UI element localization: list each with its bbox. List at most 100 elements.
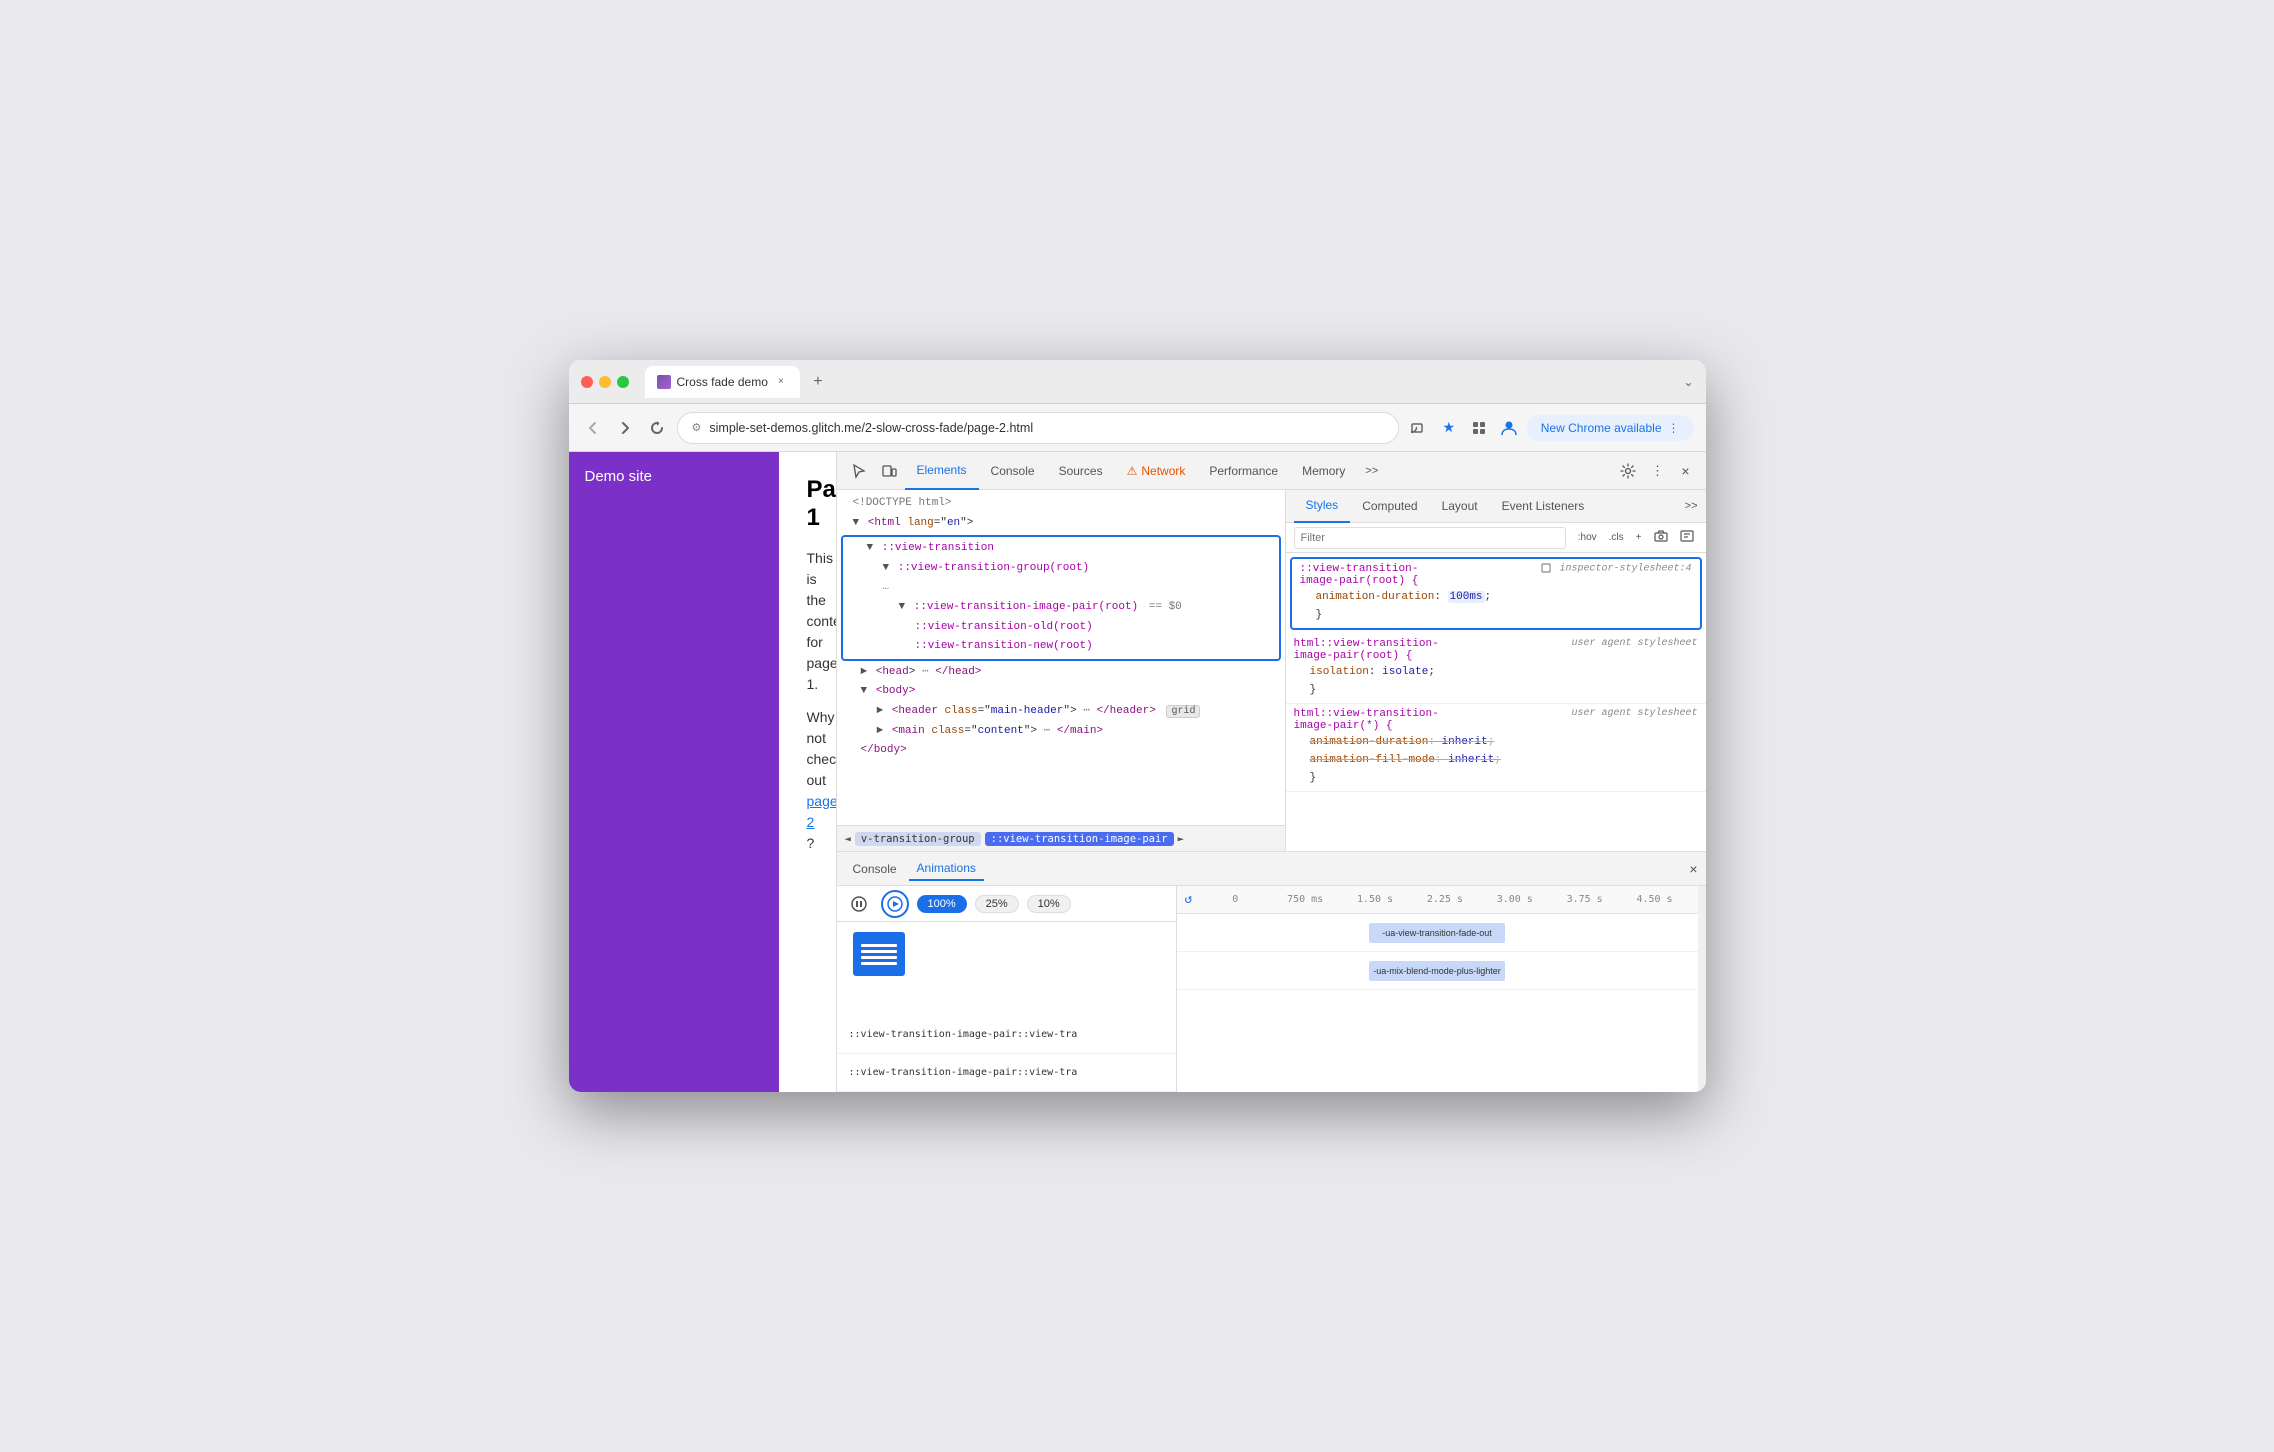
address-bar: ⚙ simple-set-demos.glitch.me/2-slow-cros… <box>569 404 1706 452</box>
styles-panel: Styles Computed Layout Event Listeners >… <box>1286 490 1706 851</box>
view-transition-group-line[interactable]: ▼ ::view-transition-group(root) <box>843 559 1279 579</box>
active-tab[interactable]: Cross fade demo × <box>645 366 800 398</box>
devtools-settings-icon[interactable] <box>1614 457 1642 485</box>
filter-icon2[interactable] <box>1676 528 1698 547</box>
filter-hov-button[interactable]: :hov <box>1574 530 1601 545</box>
header-line[interactable]: ► <header class="main-header"> ⋯ </heade… <box>837 702 1285 722</box>
anim-speed-100[interactable]: 100% <box>917 895 967 913</box>
breadcrumb-forward[interactable]: ► <box>1178 833 1184 845</box>
view-transition-new-line[interactable]: ::view-transition-new(root) <box>843 637 1279 657</box>
dots-line: … <box>843 578 1279 598</box>
new-chrome-button[interactable]: New Chrome available ⋮ <box>1527 415 1694 441</box>
tab-console[interactable]: Console <box>979 452 1047 490</box>
anim-group-icon[interactable] <box>853 932 905 976</box>
filter-screenshot-icon[interactable] <box>1650 528 1672 547</box>
minimize-button[interactable] <box>599 376 611 388</box>
bottom-tab-animations[interactable]: Animations <box>909 857 984 881</box>
ruler-refresh-icon[interactable]: ↺ <box>1185 892 1193 907</box>
head-line[interactable]: ► <head> ⋯ </head> <box>837 663 1285 683</box>
address-input[interactable]: ⚙ simple-set-demos.glitch.me/2-slow-cros… <box>677 412 1399 444</box>
anim-play-button[interactable] <box>881 890 909 918</box>
tab-network[interactable]: ⚠ Network <box>1115 452 1198 490</box>
breadcrumb-bar: ◄ v-transition-group ::view-transition-i… <box>837 825 1285 851</box>
close-button[interactable] <box>581 376 593 388</box>
tab-performance[interactable]: Performance <box>1197 452 1290 490</box>
devtools-close-button[interactable]: × <box>1674 459 1698 483</box>
maximize-button[interactable] <box>617 376 629 388</box>
rule-close-brace2: } <box>1294 682 1698 700</box>
anim-speed-10[interactable]: 10% <box>1027 895 1071 913</box>
view-transition-old-line[interactable]: ::view-transition-old(root) <box>843 618 1279 638</box>
styles-tab-more[interactable]: >> <box>1685 500 1698 512</box>
forward-button[interactable] <box>613 416 637 440</box>
rule-selector-ua2: user agent stylesheet html::view-transit… <box>1294 708 1698 732</box>
style-rule-ua1: user agent stylesheet html::view-transit… <box>1286 634 1706 704</box>
tab-event-listeners[interactable]: Event Listeners <box>1490 490 1597 523</box>
timeline-label-1: ::view-transition-image-pair::view-tra <box>837 1016 1176 1054</box>
tab-more[interactable]: >> <box>1357 459 1386 483</box>
address-actions: ★ New Chrome available ⋮ <box>1407 415 1694 441</box>
devtools-device-icon[interactable] <box>875 457 903 485</box>
animations-body: 100% 25% 10% <box>837 886 1706 1092</box>
tab-memory[interactable]: Memory <box>1290 452 1357 490</box>
tab-styles[interactable]: Styles <box>1294 490 1351 523</box>
elements-panel: <!DOCTYPE html> ▼ <html lang="en"> ▼ ::v… <box>837 490 1286 851</box>
anim-group-line1 <box>861 944 897 947</box>
tab-layout[interactable]: Layout <box>1430 490 1490 523</box>
filter-actions: :hov .cls + <box>1574 528 1698 547</box>
breadcrumb-image-pair[interactable]: ::view-transition-image-pair <box>985 832 1174 846</box>
profile-icon[interactable] <box>1497 416 1521 440</box>
bookmark-icon[interactable]: ★ <box>1437 416 1461 440</box>
page-title: Page 1 <box>807 476 808 532</box>
anim-controls: 100% 25% 10% <box>837 886 1176 922</box>
cast-icon[interactable] <box>1407 416 1431 440</box>
view-transition-line[interactable]: ▼ ::view-transition <box>843 539 1279 559</box>
tab-expand-button[interactable]: ⌄ <box>1683 375 1693 389</box>
filter-cls-button[interactable]: .cls <box>1605 530 1628 545</box>
timeline-bar-2[interactable]: -ua-mix-blend-mode-plus-lighter <box>1369 961 1504 981</box>
html-tag-line: ▼ <html lang="en"> <box>837 514 1285 534</box>
timeline-bar-1[interactable]: -ua-view-transition-fade-out <box>1369 923 1504 943</box>
view-transition-selected-box: ▼ ::view-transition ▼ ::view-transition-… <box>841 535 1281 661</box>
styles-filter-input[interactable] <box>1294 527 1566 549</box>
page2-link[interactable]: page 2 <box>807 793 836 830</box>
main-line[interactable]: ► <main class="content"> ⋯ </main> <box>837 722 1285 742</box>
timeline-scrollbar[interactable] <box>1698 886 1706 1092</box>
tab-close-icon[interactable]: × <box>774 375 788 389</box>
bottom-panel: Console Animations × <box>837 851 1706 1092</box>
breadcrumb-transition-group[interactable]: v-transition-group <box>855 832 981 846</box>
timeline-row-1: -ua-view-transition-fade-out <box>1177 914 1698 952</box>
elements-content: <!DOCTYPE html> ▼ <html lang="en"> ▼ ::v… <box>837 490 1285 825</box>
anim-group-line3 <box>861 956 897 959</box>
demo-sidebar: Demo site <box>569 452 779 1092</box>
body-open-line[interactable]: ▼ <body> <box>837 682 1285 702</box>
bottom-tab-console[interactable]: Console <box>845 858 905 880</box>
content-line1: This is the content for page 1. <box>807 548 808 695</box>
rule-prop-anim-dur-strikethrough: animation-duration: inherit; <box>1294 734 1698 752</box>
styles-content: inspector-stylesheet:4 ::view-transition… <box>1286 553 1706 851</box>
ruler-mark-450: 4.50 s <box>1620 894 1690 905</box>
page-content: Page 1 This is the content for page 1. W… <box>779 452 836 1092</box>
tab-favicon <box>657 375 671 389</box>
main-area: Demo site Page 1 This is the content for… <box>569 452 1706 1092</box>
anim-speed-25[interactable]: 25% <box>975 895 1019 913</box>
anim-pause-button[interactable] <box>845 890 873 918</box>
rule-prop-anim-fill-strikethrough: animation-fill-mode: inherit; <box>1294 752 1698 770</box>
bottom-panel-close[interactable]: × <box>1689 861 1697 877</box>
tab-computed[interactable]: Computed <box>1350 490 1429 523</box>
devtools-actions: ⋮ × <box>1614 457 1698 485</box>
refresh-button[interactable] <box>645 416 669 440</box>
site-security-icon: ⚙ <box>692 421 702 434</box>
devtools-select-icon[interactable] <box>845 457 873 485</box>
url-text: simple-set-demos.glitch.me/2-slow-cross-… <box>709 421 1383 435</box>
rule-prop-animation-duration: animation-duration: 100ms; <box>1300 589 1692 607</box>
extension-icon[interactable] <box>1467 416 1491 440</box>
tab-elements[interactable]: Elements <box>905 452 979 490</box>
view-transition-image-pair-line[interactable]: ▼ ::view-transition-image-pair(root) == … <box>843 598 1279 618</box>
tab-sources[interactable]: Sources <box>1047 452 1115 490</box>
new-tab-button[interactable]: + <box>804 368 832 396</box>
back-button[interactable] <box>581 416 605 440</box>
devtools-more-icon[interactable]: ⋮ <box>1644 457 1672 485</box>
filter-add-button[interactable]: + <box>1632 530 1646 545</box>
breadcrumb-back[interactable]: ◄ <box>845 833 851 845</box>
